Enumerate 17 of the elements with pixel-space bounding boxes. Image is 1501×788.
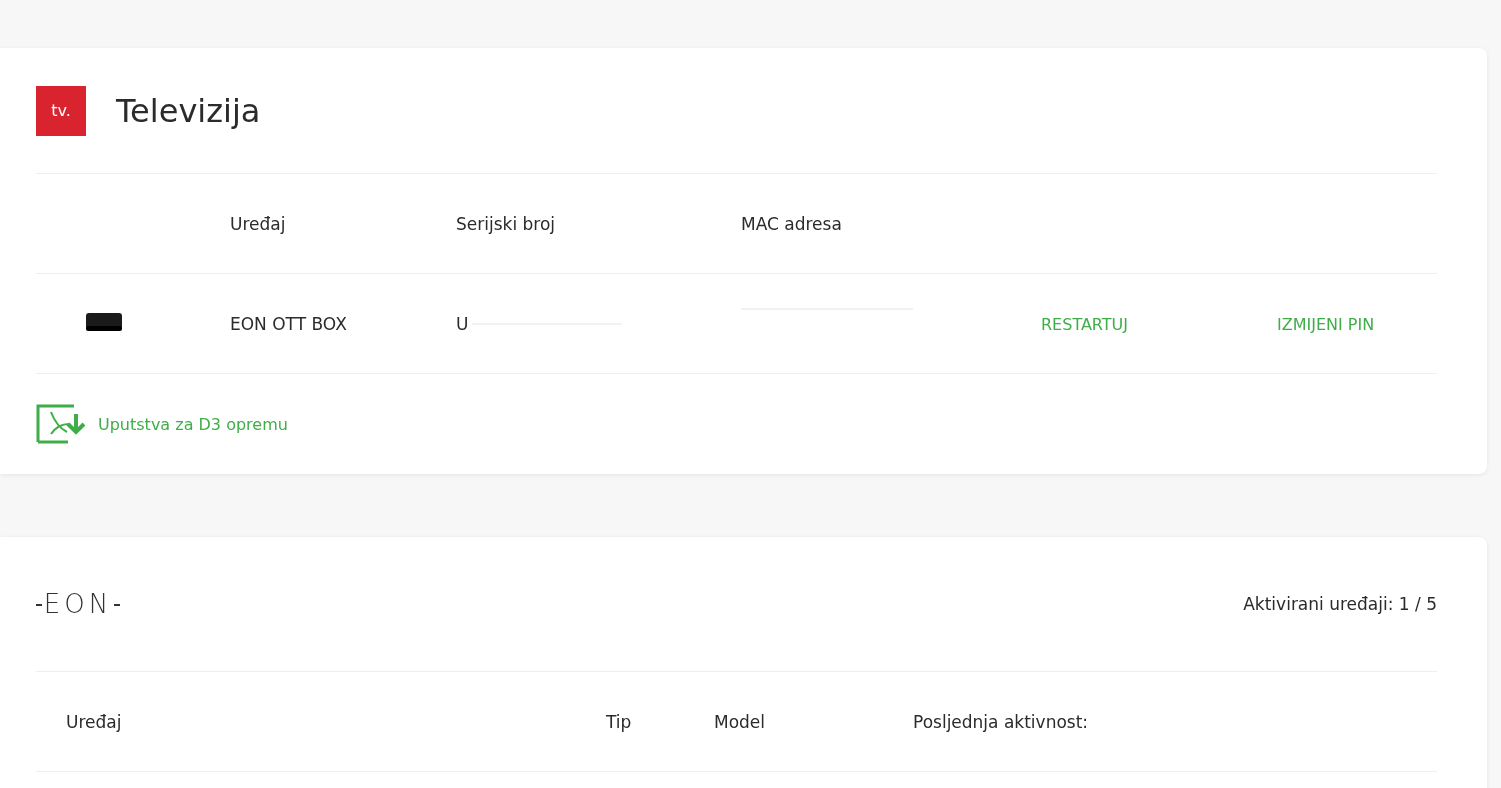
manual-link[interactable]: Uputstva za D3 opremu	[36, 374, 1437, 474]
column-header: Serijski broj	[456, 213, 557, 234]
change-pin-link[interactable]: IZMIJENI PIN	[1277, 314, 1375, 334]
table-cell: U	[456, 313, 469, 334]
tv-logo: tv.	[36, 85, 86, 136]
column-header: Tip	[606, 711, 633, 732]
activated-devices-count: Aktivirani uređaji: 1 / 5	[1243, 594, 1437, 614]
pdf-download-icon	[36, 404, 88, 444]
column-header: Uređaj	[230, 213, 287, 234]
restart-link[interactable]: RESTARTUJ	[1041, 314, 1128, 334]
table-cell-text: EON OTT BOX	[230, 313, 348, 334]
tv-box-icon	[84, 310, 124, 333]
column-header: Uređaj	[66, 711, 123, 732]
column-header: Model	[714, 711, 767, 732]
column-header: MAC adresa	[741, 213, 843, 234]
card-title: Televizija	[116, 91, 261, 130]
column-header: Posljednja aktivnost:	[913, 711, 1090, 732]
